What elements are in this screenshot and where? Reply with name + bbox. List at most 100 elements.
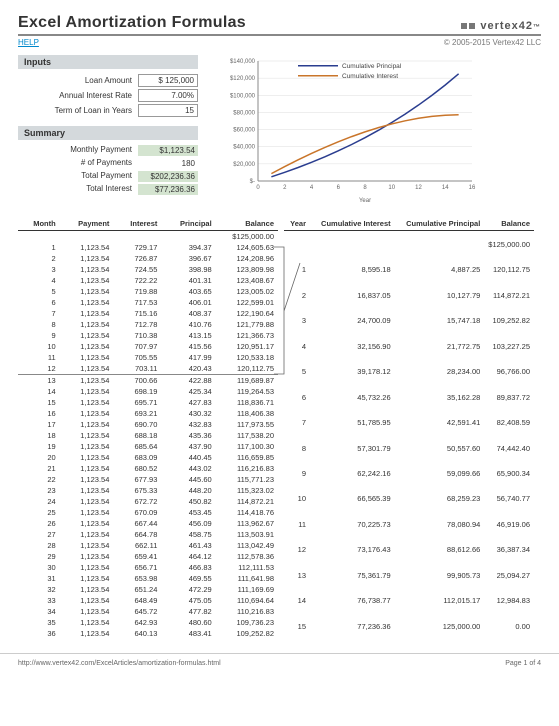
table-row: 141,123.54698.19425.34119,264.53: [18, 386, 278, 397]
table-row: 351,123.54642.93480.60109,736.23: [18, 617, 278, 628]
footer-url: http://www.vertex42.com/ExcelArticles/am…: [18, 660, 221, 667]
svg-text:16: 16: [469, 185, 476, 191]
logo: vertex42™: [460, 20, 541, 32]
svg-text:$20,000: $20,000: [233, 162, 255, 168]
table-header: Cumulative Interest: [310, 217, 395, 231]
total-value: $202,236.36: [138, 171, 198, 182]
table-row: 311,123.54653.98469.55111,641.98: [18, 573, 278, 584]
total-label: Total Payment: [18, 171, 138, 182]
npmts-value: 180: [138, 158, 198, 169]
table-row: 41,123.54722.22401.31123,408.67: [18, 275, 278, 286]
table-row: 221,123.54677.93445.60115,771.23: [18, 474, 278, 485]
table-row: 101,123.54707.97415.56120,951.17: [18, 341, 278, 352]
table-row: 91,123.54710.38413.15121,366.73: [18, 330, 278, 341]
table-row: 216,837.0510,127.79114,872.21: [284, 283, 534, 308]
svg-text:2: 2: [283, 185, 287, 191]
table-row: 321,123.54651.24472.29111,169.69: [18, 584, 278, 595]
table-header: Principal: [161, 217, 215, 231]
rate-field[interactable]: 7.00%: [138, 89, 198, 102]
table-row: 81,123.54712.78410.76121,779.88: [18, 319, 278, 330]
table-row: 191,123.54685.64437.90117,100.30: [18, 441, 278, 452]
loan-amount-label: Loan Amount: [18, 76, 138, 85]
table-row: 1170,225.7378,080.9446,919.06: [284, 512, 534, 537]
table-row: 111,123.54705.55417.99120,533.18: [18, 352, 278, 363]
table-row: 291,123.54659.41464.12112,578.36: [18, 551, 278, 562]
table-header: Payment: [60, 217, 114, 231]
page-title: Excel Amortization Formulas: [18, 14, 246, 32]
svg-text:$60,000: $60,000: [233, 128, 255, 134]
int-label: Total Interest: [18, 184, 138, 195]
summary-header: Summary: [18, 126, 198, 140]
table-row: 857,301.7950,557.6074,442.40: [284, 435, 534, 460]
table-row: 241,123.54672.72450.82114,872.21: [18, 496, 278, 507]
svg-text:10: 10: [388, 185, 395, 191]
table-header: Balance: [484, 217, 534, 231]
svg-text:$80,000: $80,000: [233, 110, 255, 116]
table-row: 1476,738.77112,015.1712,984.83: [284, 588, 534, 613]
table-row: 181,123.54688.18435.36117,538.20: [18, 430, 278, 441]
table-row: 31,123.54724.55398.98123,809.98: [18, 264, 278, 275]
loan-amount-field[interactable]: $ 125,000: [138, 74, 198, 87]
svg-text:$140,000: $140,000: [230, 59, 256, 65]
table-row: 251,123.54670.09453.45114,418.76: [18, 507, 278, 518]
svg-text:$120,000: $120,000: [230, 76, 256, 82]
table-header: Balance: [216, 217, 278, 231]
table-row: 271,123.54664.78458.75113,503.91: [18, 529, 278, 540]
monthly-value: $1,123.54: [138, 145, 198, 156]
svg-text:Cumulative Interest: Cumulative Interest: [342, 73, 398, 80]
npmts-label: # of Payments: [18, 158, 138, 169]
table-row: 71,123.54715.16408.37122,190.64: [18, 308, 278, 319]
term-field[interactable]: 15: [138, 104, 198, 117]
svg-text:6: 6: [337, 185, 341, 191]
table-row: 1273,176.4388,612.6636,387.34: [284, 537, 534, 562]
svg-text:12: 12: [415, 185, 422, 191]
svg-text:4: 4: [310, 185, 314, 191]
table-row: 324,700.0915,747.18109,252.82: [284, 308, 534, 333]
table-row: 341,123.54645.72477.82110,216.83: [18, 606, 278, 617]
svg-text:Year: Year: [359, 198, 371, 204]
monthly-label: Monthly Payment: [18, 145, 138, 156]
table-row: 231,123.54675.33448.20115,323.02: [18, 485, 278, 496]
term-label: Term of Loan in Years: [18, 106, 138, 115]
svg-text:Cumulative Principal: Cumulative Principal: [342, 63, 402, 70]
table-row: 131,123.54700.66422.88119,689.87: [18, 375, 278, 387]
rate-label: Annual Interest Rate: [18, 91, 138, 100]
table-row: 361,123.54640.13483.41109,252.82: [18, 628, 278, 639]
table-row: 539,178.1228,234.0096,766.00: [284, 359, 534, 384]
table-row: 962,242.1659,099.6665,900.34: [284, 461, 534, 486]
table-row: 301,123.54656.71466.83112,111.53: [18, 562, 278, 573]
table-row: 151,123.54695.71427.83118,836.71: [18, 397, 278, 408]
table-row: 61,123.54717.53406.01122,599.01: [18, 297, 278, 308]
table-row: 1577,236.36125,000.000.00: [284, 613, 534, 639]
inputs-header: Inputs: [18, 55, 198, 69]
svg-text:$40,000: $40,000: [233, 145, 255, 151]
svg-text:0: 0: [256, 185, 260, 191]
svg-text:$100,000: $100,000: [230, 93, 256, 99]
table-row: 11,123.54729.17394.37124,605.63: [18, 242, 278, 253]
table-row: 432,156.9021,772.75103,227.25: [284, 333, 534, 358]
table-row: 1066,565.3968,259.2356,740.77: [284, 486, 534, 511]
svg-text:8: 8: [363, 185, 367, 191]
table-row: 211,123.54680.52443.02116,216.83: [18, 463, 278, 474]
amortization-table-yearly: YearCumulative InterestCumulative Princi…: [284, 217, 534, 639]
table-header: Cumulative Principal: [395, 217, 485, 231]
copyright: © 2005-2015 Vertex42 LLC: [444, 38, 541, 47]
table-row: 751,785.9542,591.4182,408.59: [284, 410, 534, 435]
chart: $- $20,000 $40,000 $60,000 $80,000 $100,000 $1…: [216, 55, 476, 205]
table-row: 261,123.54667.44456.09113,962.67: [18, 518, 278, 529]
table-header: Month: [18, 217, 60, 231]
amortization-table-monthly: MonthPaymentInterestPrincipalBalance$125…: [18, 217, 278, 639]
table-row: 18,595.184,887.25120,112.75: [284, 257, 534, 282]
table-row: 281,123.54662.11461.43113,042.49: [18, 540, 278, 551]
table-row: 171,123.54690.70432.83117,973.55: [18, 419, 278, 430]
table-row: 645,732.2635,162.2889,837.72: [284, 384, 534, 409]
table-row: 161,123.54693.21430.32118,406.38: [18, 408, 278, 419]
table-row: 51,123.54719.88403.65123,005.02: [18, 286, 278, 297]
table-row: 121,123.54703.11420.43120,112.75: [18, 363, 278, 375]
table-header: Year: [284, 217, 310, 231]
table-row: 21,123.54726.87396.67124,208.96: [18, 253, 278, 264]
table-header: Interest: [113, 217, 161, 231]
help-link[interactable]: HELP: [18, 38, 39, 47]
table-row: 201,123.54683.09440.45116,659.85: [18, 452, 278, 463]
svg-text:$-: $-: [250, 179, 255, 185]
